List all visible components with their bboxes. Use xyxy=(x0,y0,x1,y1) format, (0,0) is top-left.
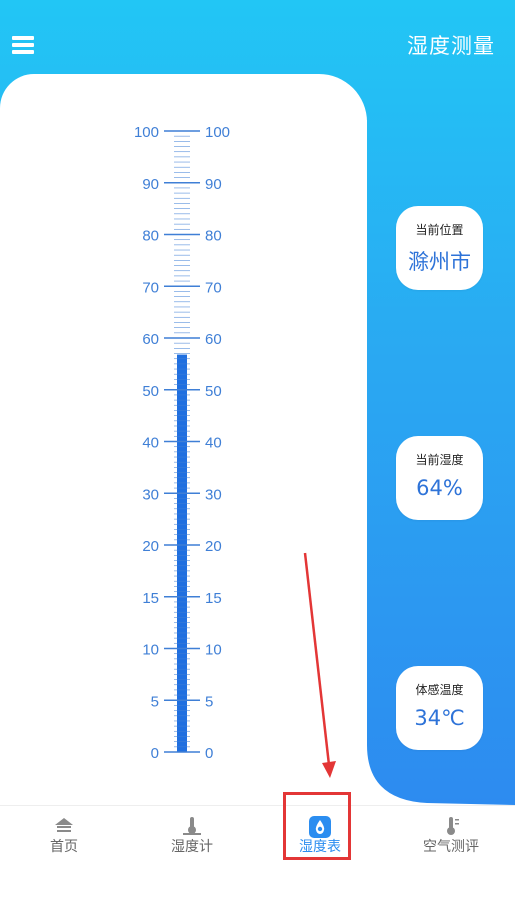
decorative-curve xyxy=(367,745,515,805)
scale-label-right: 70 xyxy=(205,279,222,296)
page-title: 湿度测量 xyxy=(407,34,495,58)
location-label: 当前位置 xyxy=(415,223,464,237)
scale-label-right: 20 xyxy=(205,538,222,555)
humidity-label: 当前湿度 xyxy=(415,453,464,467)
scale-label-right: 5 xyxy=(205,693,213,710)
scale-label-left: 30 xyxy=(142,486,159,503)
scale-label-left: 80 xyxy=(142,228,159,245)
scale-label-right: 100 xyxy=(205,124,230,141)
highlight-box xyxy=(283,792,351,860)
tab-air-quality[interactable]: 空气测评 xyxy=(387,806,515,897)
tab-hygrometer[interactable]: 湿度计 xyxy=(128,806,256,897)
tab-home[interactable]: 首页 xyxy=(0,806,128,897)
scale-label-left: 5 xyxy=(151,693,159,710)
bottom-tab-bar: 首页 湿度计 湿度表 空气测评 xyxy=(0,805,515,897)
tab-air-quality-label: 空气测评 xyxy=(423,839,479,855)
scale-label-left: 90 xyxy=(142,176,159,193)
scale-label-left: 20 xyxy=(142,538,159,555)
scale-label-right: 10 xyxy=(205,642,222,659)
scale-label-left: 70 xyxy=(142,279,159,296)
scale-label-right: 40 xyxy=(205,435,222,452)
scale-label-right: 60 xyxy=(205,331,222,348)
scale-label-right: 15 xyxy=(205,590,222,607)
air-quality-icon xyxy=(447,817,459,835)
humidity-gauge: 100 10090 9080 8070 7060 6050 5040 4030 3020 2015… xyxy=(134,124,230,762)
humidity-value: 64% xyxy=(416,476,463,500)
scale-label-left: 15 xyxy=(142,590,159,607)
feels-like-label: 体感温度 xyxy=(415,683,464,697)
scale-label-left: 40 xyxy=(142,435,159,452)
feels-like-card: 体感温度 34℃ xyxy=(396,666,483,750)
home-icon xyxy=(55,818,73,832)
scale-label-right: 90 xyxy=(205,176,222,193)
tab-home-label: 首页 xyxy=(50,839,78,855)
humidity-level-fill xyxy=(177,354,187,752)
location-value: 滁州市 xyxy=(408,250,471,274)
scale-label-left: 100 xyxy=(134,124,159,141)
scale-label-right: 50 xyxy=(205,383,222,400)
scale-label-right: 0 xyxy=(205,745,213,762)
location-card: 当前位置 滁州市 xyxy=(396,206,483,290)
scale-label-left: 10 xyxy=(142,642,159,659)
humidity-card: 当前湿度 64% xyxy=(396,436,483,520)
scale-label-left: 60 xyxy=(142,331,159,348)
tab-hygrometer-label: 湿度计 xyxy=(171,839,213,855)
feels-like-value: 34℃ xyxy=(414,706,465,730)
scale-label-right: 80 xyxy=(205,228,222,245)
hygrometer-icon xyxy=(183,817,201,835)
scale-label-left: 50 xyxy=(142,383,159,400)
scale-label-left: 0 xyxy=(151,745,159,762)
scale-label-right: 30 xyxy=(205,486,222,503)
